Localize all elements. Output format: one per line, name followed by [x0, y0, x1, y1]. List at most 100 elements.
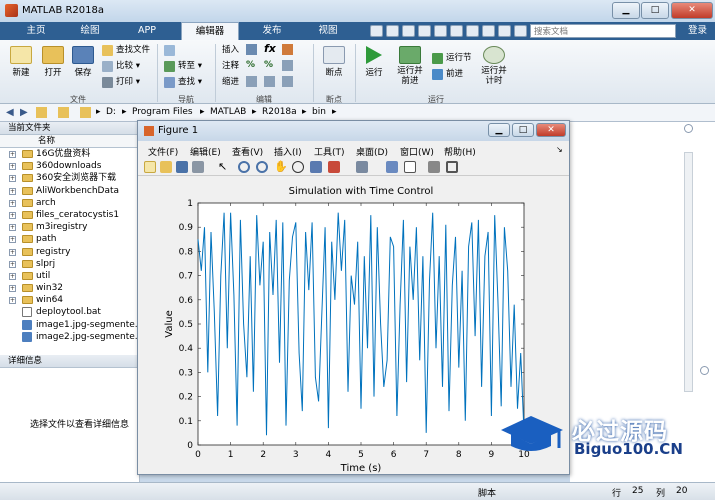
menu-edit[interactable]: 编辑(E) [190, 145, 221, 158]
expand-icon[interactable]: + [9, 211, 16, 219]
legend-icon[interactable] [404, 161, 416, 173]
link-plot-icon[interactable] [356, 161, 368, 173]
open-file-icon[interactable] [160, 161, 172, 173]
open-button[interactable]: 打开 [38, 46, 68, 78]
function-icon[interactable]: fx [264, 42, 276, 55]
tab-view[interactable]: 视图 [306, 22, 350, 40]
new-figure-icon[interactable] [144, 161, 156, 173]
file-list-item[interactable]: +16G优盘资料 [0, 148, 139, 160]
file-list-item[interactable]: + arch [0, 197, 139, 209]
menu-file[interactable]: 文件(F) [148, 145, 178, 158]
uncomment-icon[interactable]: % [264, 60, 273, 70]
run-section-button[interactable]: 运行节 [432, 52, 472, 65]
expand-icon[interactable]: + [9, 224, 16, 232]
tab-publish[interactable]: 发布 [250, 22, 294, 40]
close-button[interactable]: ✕ [671, 2, 713, 19]
menu-tools[interactable]: 工具(T) [314, 145, 345, 158]
breadcrumb-matlab[interactable]: MATLAB [210, 107, 246, 117]
file-list-item[interactable]: deploytool.bat [0, 306, 139, 318]
redo-icon[interactable] [450, 25, 463, 37]
help-icon[interactable] [482, 25, 495, 37]
zoom-in-icon[interactable] [238, 161, 250, 173]
menu-window[interactable]: 窗口(W) [400, 145, 434, 158]
settings-icon[interactable] [498, 25, 511, 37]
colorbar-icon[interactable] [386, 161, 398, 173]
name-column-header[interactable]: 名称 [0, 135, 139, 148]
breadcrumb-bin[interactable]: bin [312, 107, 326, 117]
comment-percent-icon[interactable]: % [246, 60, 255, 70]
menu-insert[interactable]: 插入(I) [274, 145, 302, 158]
file-list-item[interactable]: + AliWorkbenchData [0, 185, 139, 197]
cut-icon[interactable] [386, 25, 399, 37]
brush-icon[interactable] [328, 161, 340, 173]
tab-editor[interactable]: 编辑器 [181, 22, 239, 40]
file-list-item[interactable]: + m3iregistry [0, 221, 139, 233]
zoom-out-icon[interactable] [256, 161, 268, 173]
advance-button[interactable]: 前进 [432, 68, 463, 81]
breakpoints-button[interactable]: 断点 [318, 46, 350, 78]
breadcrumb-r2018a[interactable]: R2018a [262, 107, 297, 117]
file-list-item[interactable]: + files_ceratocystis1 [0, 209, 139, 221]
expand-icon[interactable]: + [9, 163, 16, 171]
expand-icon[interactable]: + [9, 175, 16, 183]
figure-maximize-button[interactable]: □ [512, 123, 534, 137]
expand-icon[interactable]: + [9, 236, 16, 244]
tab-home[interactable]: 主页 [14, 22, 58, 40]
vertical-scrollbar[interactable] [684, 152, 693, 392]
run-button[interactable]: 运行 [360, 46, 388, 78]
decrease-indent-icon[interactable] [282, 76, 293, 87]
insert-button[interactable]: 插入 [222, 44, 239, 57]
file-list-item[interactable]: + util [0, 270, 139, 282]
copy-icon[interactable] [402, 25, 415, 37]
run-and-advance-button[interactable]: 运行并 前进 [394, 46, 426, 86]
menu-desktop[interactable]: 桌面(D) [356, 145, 388, 158]
search-documentation-input[interactable] [530, 24, 676, 38]
forward-arrow-icon[interactable]: ▶ [20, 107, 28, 118]
paste-icon[interactable] [418, 25, 431, 37]
find-files-button[interactable]: 查找文件 [102, 44, 150, 57]
panel-actions-icon[interactable] [700, 366, 709, 375]
edit-plot-arrow-icon[interactable]: ↖ [218, 161, 230, 173]
browse-folder-icon[interactable] [58, 107, 69, 118]
indent-button[interactable]: 缩进 [222, 76, 239, 89]
figure-close-button[interactable]: ✕ [536, 123, 566, 137]
goto-button[interactable]: 转至 ▾ [164, 60, 202, 73]
dropdown-icon[interactable] [514, 25, 527, 37]
print-figure-icon[interactable] [192, 161, 204, 173]
new-button[interactable]: 新建 [6, 46, 36, 78]
minimize-button[interactable]: ▁ [612, 2, 640, 19]
tab-plots[interactable]: 绘图 [68, 22, 112, 40]
comment-button[interactable]: 注释 [222, 60, 239, 73]
file-list-item[interactable]: + registry [0, 246, 139, 258]
expand-icon[interactable]: + [9, 187, 16, 195]
save-figure-icon[interactable] [176, 161, 188, 173]
save-file-button[interactable]: 保存 [68, 46, 98, 78]
run-and-time-button[interactable]: 运行并 计时 [478, 46, 510, 86]
expand-icon[interactable]: + [9, 248, 16, 256]
login-button[interactable]: 登录 [680, 22, 715, 40]
file-list-item[interactable]: + win64 [0, 294, 139, 306]
figure-title-bar[interactable]: Figure 1 ▁ □ ✕ [138, 121, 569, 141]
find-button[interactable]: 查找 ▾ [164, 76, 202, 89]
maximize-button[interactable]: □ [641, 2, 669, 19]
wrap-comments-icon[interactable] [282, 60, 293, 71]
insert-section-icon[interactable] [246, 44, 257, 55]
pan-hand-icon[interactable]: ✋ [274, 161, 288, 173]
rotate-3d-icon[interactable] [292, 161, 304, 173]
file-list-item[interactable]: image1.jpg-segmente... [0, 319, 143, 331]
data-cursor-icon[interactable] [310, 161, 322, 173]
compare-button[interactable]: 比较 ▾ [102, 60, 140, 73]
switch-windows-icon[interactable] [466, 25, 479, 37]
file-list-item[interactable]: + path [0, 233, 139, 245]
undo-icon[interactable] [434, 25, 447, 37]
file-list-item[interactable]: image2.jpg-segmente... [0, 331, 143, 343]
menu-help[interactable]: 帮助(H) [444, 145, 476, 158]
dock-arrow-icon[interactable]: ↘ [556, 145, 563, 154]
file-list-item[interactable]: +360安全浏览器下载 [0, 172, 139, 184]
figure-minimize-button[interactable]: ▁ [488, 123, 510, 137]
smart-indent-icon[interactable] [246, 76, 257, 87]
panel-actions-icon[interactable] [684, 124, 693, 133]
increase-indent-icon[interactable] [264, 76, 275, 87]
expand-icon[interactable]: + [9, 260, 16, 268]
breadcrumb-drive[interactable]: D: [106, 107, 116, 117]
